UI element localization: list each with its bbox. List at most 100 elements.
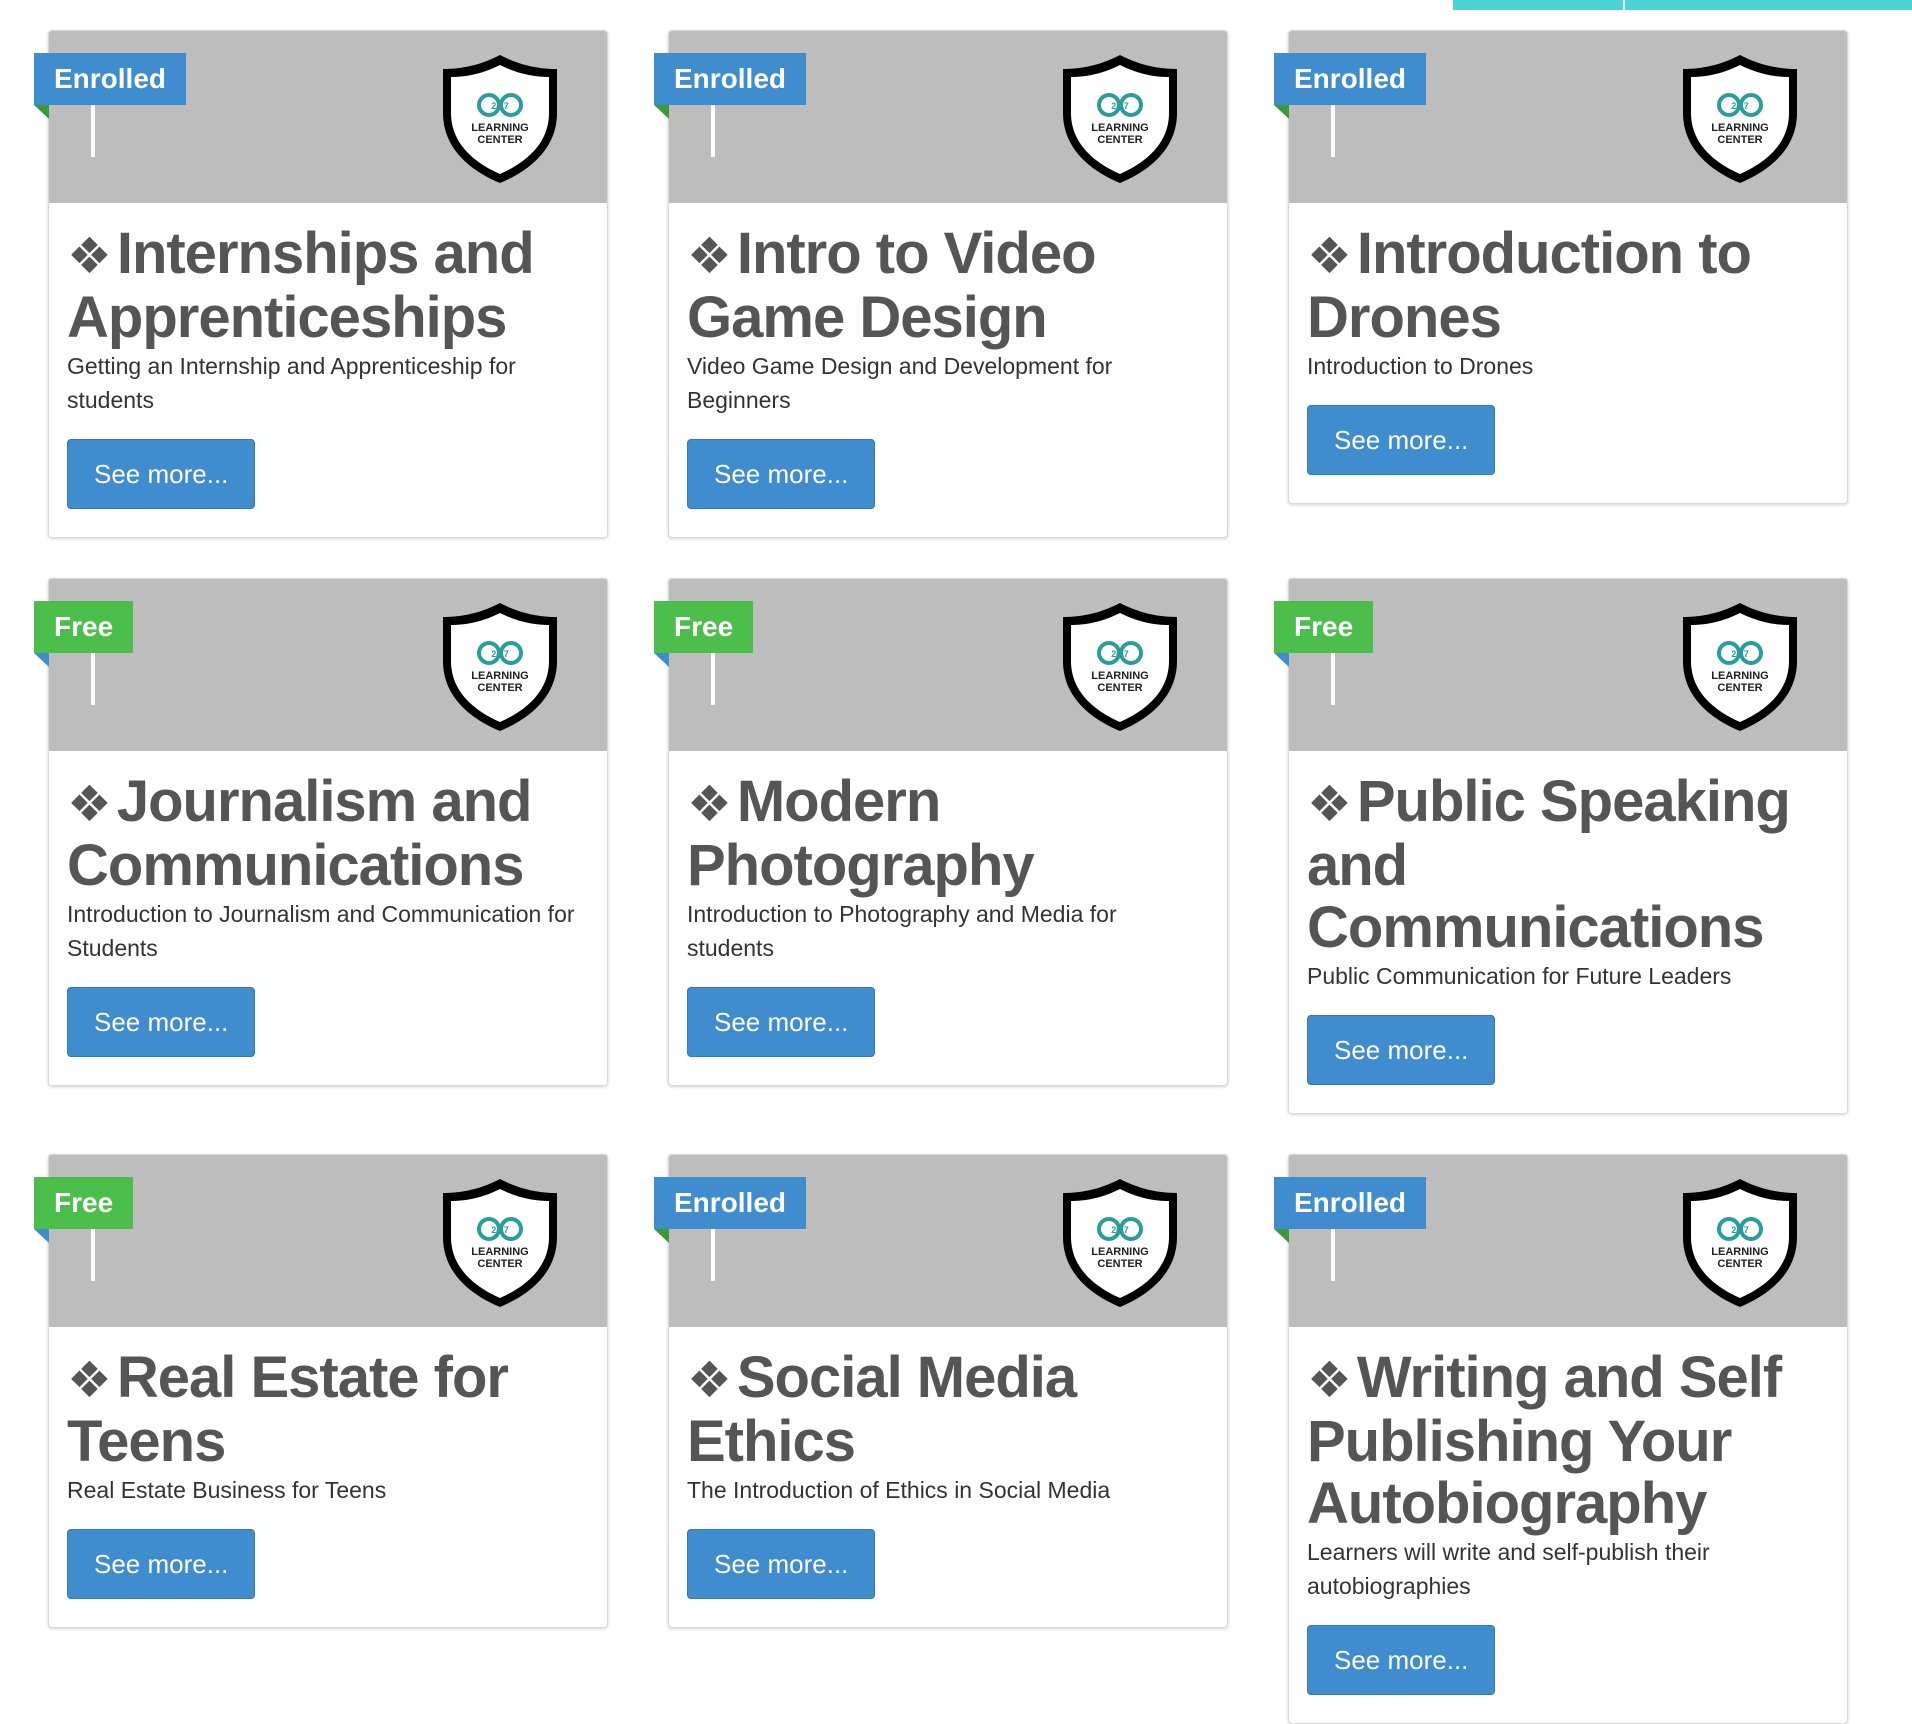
see-more-button[interactable]: See more... — [67, 1529, 256, 1599]
learning-center-shield-logo: 24 7 LEARNING CENTER — [1063, 1179, 1177, 1307]
ribbon-fold — [34, 653, 49, 667]
course-title-text: Journalism and Communications — [67, 769, 532, 898]
course-card-5[interactable]: Free 24 7 LEARNING CENTER ❖ Public Speaki… — [1274, 578, 1848, 1114]
course-card-8[interactable]: Enrolled 24 7 LEARNING CENTER ❖ Writing a… — [1274, 1154, 1848, 1724]
course-grid: Enrolled 24 7 LEARNING CENTER ❖ Internshi… — [34, 30, 1848, 1724]
svg-text:24 7: 24 7 — [491, 1225, 509, 1235]
course-title-text: Public Speaking and Communications — [1307, 769, 1791, 960]
course-description: Real Estate Business for Teens — [67, 1477, 387, 1503]
diamond-ornament-icon: ❖ — [1307, 776, 1352, 832]
course-title-text: Social Media Ethics — [687, 1345, 1077, 1474]
course-title[interactable]: ❖ Journalism and Communications — [67, 771, 589, 897]
course-card-body: ❖ Social Media Ethics The Introduction of… — [669, 1327, 1227, 1599]
course-title[interactable]: ❖ Writing and Self Publishing Your Autobi… — [1307, 1347, 1829, 1535]
ribbon-fold — [34, 105, 49, 119]
course-title-text: Introduction to Drones — [1307, 221, 1752, 350]
status-badge: Enrolled — [654, 53, 807, 105]
course-title[interactable]: ❖ Intro to Video Game Design — [687, 223, 1209, 349]
diamond-ornament-icon: ❖ — [687, 228, 732, 284]
course-title-text: Modern Photography — [687, 769, 1035, 898]
course-card-header: Free 24 7 LEARNING CENTER — [1274, 579, 1847, 751]
diamond-ornament-icon: ❖ — [67, 228, 112, 284]
status-ribbon: Enrolled — [654, 1177, 807, 1281]
see-more-button[interactable]: See more... — [1307, 1625, 1496, 1695]
course-card-2[interactable]: Enrolled 24 7 LEARNING CENTER ❖ Introduct… — [1274, 30, 1848, 504]
ribbon-fold — [1274, 105, 1289, 119]
see-more-button[interactable]: See more... — [687, 987, 876, 1057]
svg-text:CENTER: CENTER — [1097, 1258, 1142, 1270]
see-more-button[interactable]: See more... — [67, 987, 256, 1057]
course-card-header: Enrolled 24 7 LEARNING CENTER — [1274, 31, 1847, 203]
svg-text:CENTER: CENTER — [477, 1258, 522, 1270]
top-accent-divider — [1623, 0, 1625, 10]
course-title[interactable]: ❖ Introduction to Drones — [1307, 223, 1829, 349]
svg-text:24 7: 24 7 — [1111, 101, 1129, 111]
course-description: Introduction to Journalism and Communica… — [67, 901, 575, 961]
course-title[interactable]: ❖ Modern Photography — [687, 771, 1209, 897]
status-ribbon: Free — [34, 1177, 134, 1281]
status-badge: Enrolled — [654, 1177, 807, 1229]
diamond-ornament-icon: ❖ — [1307, 1352, 1352, 1408]
course-card-6[interactable]: Free 24 7 LEARNING CENTER ❖ Real Estate f… — [34, 1154, 608, 1628]
learning-center-shield-logo: 24 7 LEARNING CENTER — [1683, 55, 1797, 183]
learning-center-shield-logo: 24 7 LEARNING CENTER — [1683, 603, 1797, 731]
course-card-3[interactable]: Free 24 7 LEARNING CENTER ❖ Journalism an… — [34, 578, 608, 1086]
svg-text:CENTER: CENTER — [1097, 682, 1142, 694]
course-title[interactable]: ❖ Real Estate for Teens — [67, 1347, 589, 1473]
course-card-header: Enrolled 24 7 LEARNING CENTER — [654, 31, 1227, 203]
status-ribbon: Enrolled — [1274, 53, 1427, 157]
svg-text:LEARNING: LEARNING — [471, 670, 528, 682]
see-more-button[interactable]: See more... — [1307, 405, 1496, 475]
ribbon-pole — [1331, 1229, 1335, 1281]
svg-text:24 7: 24 7 — [1731, 101, 1749, 111]
svg-text:LEARNING: LEARNING — [1711, 1246, 1768, 1258]
diamond-ornament-icon: ❖ — [67, 1352, 112, 1408]
course-title-text: Real Estate for Teens — [67, 1345, 509, 1474]
ribbon-pole — [91, 105, 95, 157]
course-title[interactable]: ❖ Public Speaking and Communications — [1307, 771, 1829, 959]
learning-center-shield-logo: 24 7 LEARNING CENTER — [1063, 603, 1177, 731]
course-card-1[interactable]: Enrolled 24 7 LEARNING CENTER ❖ Intro to … — [654, 30, 1228, 538]
diamond-ornament-icon: ❖ — [687, 776, 732, 832]
course-title[interactable]: ❖ Internships and Apprenticeships — [67, 223, 589, 349]
course-description: Learners will write and self-publish the… — [1307, 1539, 1710, 1599]
svg-text:LEARNING: LEARNING — [1091, 670, 1148, 682]
diamond-ornament-icon: ❖ — [1307, 228, 1352, 284]
svg-text:LEARNING: LEARNING — [1711, 122, 1768, 134]
course-card-body: ❖ Real Estate for Teens Real Estate Busin… — [49, 1327, 607, 1599]
status-ribbon: Free — [34, 601, 134, 705]
diamond-ornament-icon: ❖ — [67, 776, 112, 832]
learning-center-shield-logo: 24 7 LEARNING CENTER — [1063, 55, 1177, 183]
learning-center-shield-logo: 24 7 LEARNING CENTER — [1683, 1179, 1797, 1307]
svg-text:LEARNING: LEARNING — [1711, 670, 1768, 682]
status-badge: Free — [1274, 601, 1374, 653]
svg-text:24 7: 24 7 — [1731, 649, 1749, 659]
status-ribbon: Free — [654, 601, 754, 705]
course-card-header: Free 24 7 LEARNING CENTER — [34, 1155, 607, 1327]
diamond-ornament-icon: ❖ — [687, 1352, 732, 1408]
ribbon-pole — [91, 653, 95, 705]
svg-text:24 7: 24 7 — [1111, 1225, 1129, 1235]
svg-text:LEARNING: LEARNING — [1091, 122, 1148, 134]
see-more-button[interactable]: See more... — [687, 439, 876, 509]
see-more-button[interactable]: See more... — [1307, 1015, 1496, 1085]
course-title[interactable]: ❖ Social Media Ethics — [687, 1347, 1209, 1473]
status-badge: Enrolled — [1274, 53, 1427, 105]
course-card-body: ❖ Internships and Apprenticeships Getting… — [49, 203, 607, 509]
see-more-button[interactable]: See more... — [687, 1529, 876, 1599]
course-card-body: ❖ Journalism and Communications Introduct… — [49, 751, 607, 1057]
course-card-0[interactable]: Enrolled 24 7 LEARNING CENTER ❖ Internshi… — [34, 30, 608, 538]
course-title-text: Internships and Apprenticeships — [67, 221, 535, 350]
course-card-header: Enrolled 24 7 LEARNING CENTER — [34, 31, 607, 203]
status-ribbon: Enrolled — [34, 53, 187, 157]
course-card-4[interactable]: Free 24 7 LEARNING CENTER ❖ Modern Photog… — [654, 578, 1228, 1086]
course-card-body: ❖ Modern Photography Introduction to Phot… — [669, 751, 1227, 1057]
course-card-7[interactable]: Enrolled 24 7 LEARNING CENTER ❖ Social Me… — [654, 1154, 1228, 1628]
svg-text:CENTER: CENTER — [1717, 682, 1762, 694]
status-badge: Free — [654, 601, 754, 653]
see-more-button[interactable]: See more... — [67, 439, 256, 509]
svg-text:CENTER: CENTER — [1717, 134, 1762, 146]
status-ribbon: Enrolled — [654, 53, 807, 157]
course-card-body: ❖ Writing and Self Publishing Your Autobi… — [1289, 1327, 1847, 1695]
svg-text:24 7: 24 7 — [1111, 649, 1129, 659]
